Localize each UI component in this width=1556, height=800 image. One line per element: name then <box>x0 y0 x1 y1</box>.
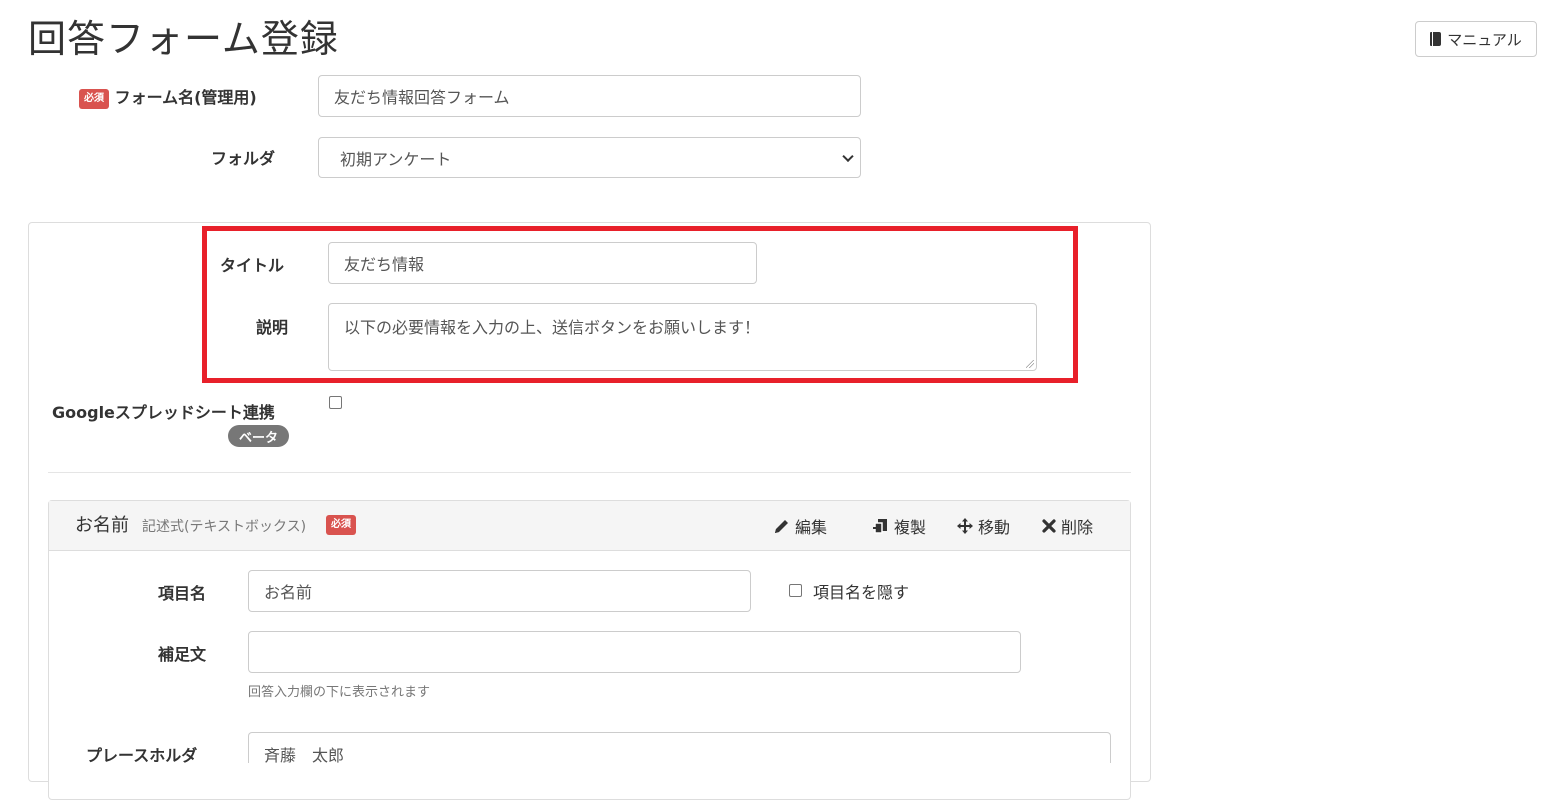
note-label: 補足文 <box>158 645 207 664</box>
item-name-input[interactable]: お名前 <box>248 570 751 612</box>
highlight-box <box>202 226 1078 383</box>
beta-badge: ベータ <box>228 425 290 447</box>
manual-button-label: マニュアル <box>1447 30 1522 49</box>
book-icon <box>1430 32 1442 46</box>
required-badge: 必須 <box>79 88 109 109</box>
placeholder-input[interactable]: 斉藤 太郎 <box>248 732 1111 765</box>
manual-button[interactable]: マニュアル <box>1415 21 1537 57</box>
folder-selected-value: 初期アンケート <box>340 149 452 169</box>
delete-button[interactable]: 削除 <box>1041 514 1093 538</box>
item-type: 記述式(テキストボックス) <box>142 519 307 535</box>
pencil-icon <box>775 520 788 533</box>
edit-label: 編集 <box>795 518 828 537</box>
form-name-value: 友だち情報回答フォーム <box>334 88 510 107</box>
form-name-label-text: フォーム名(管理用) <box>114 88 257 107</box>
duplicate-label: 複製 <box>894 518 927 537</box>
spreadsheet-checkbox[interactable] <box>329 396 342 409</box>
divider <box>48 472 1131 473</box>
note-help-text: 回答入力欄の下に表示されます <box>248 685 431 700</box>
item-name-value: お名前 <box>264 583 313 602</box>
folder-select[interactable]: 初期アンケート <box>318 137 861 178</box>
chevron-down-icon <box>842 150 854 162</box>
hide-name-label: 項目名を隠す <box>813 583 910 602</box>
placeholder-value: 斉藤 太郎 <box>264 746 345 765</box>
close-icon <box>1042 519 1056 533</box>
note-input[interactable] <box>248 631 1021 673</box>
page-title: 回答フォーム登録 <box>28 17 339 61</box>
move-label: 移動 <box>978 518 1011 537</box>
edit-button[interactable]: 編集 <box>773 514 827 538</box>
move-button[interactable]: 移動 <box>956 514 1010 538</box>
item-required-badge: 必須 <box>326 515 356 535</box>
spreadsheet-label: Googleスプレッドシート連携 <box>52 403 275 422</box>
form-name-label: 必須 フォーム名(管理用) <box>79 84 257 109</box>
duplicate-button[interactable]: 複製 <box>872 514 926 538</box>
form-name-input[interactable]: 友だち情報回答フォーム <box>318 75 861 117</box>
item-name-label: 項目名 <box>158 584 207 603</box>
move-icon <box>957 518 973 534</box>
hide-name-checkbox[interactable] <box>789 584 802 597</box>
folder-label: フォルダ <box>211 149 276 168</box>
delete-label: 削除 <box>1061 518 1094 537</box>
duplicate-icon <box>873 519 887 534</box>
placeholder-label: プレースホルダ <box>86 746 198 765</box>
item-title: お名前 <box>75 515 129 536</box>
